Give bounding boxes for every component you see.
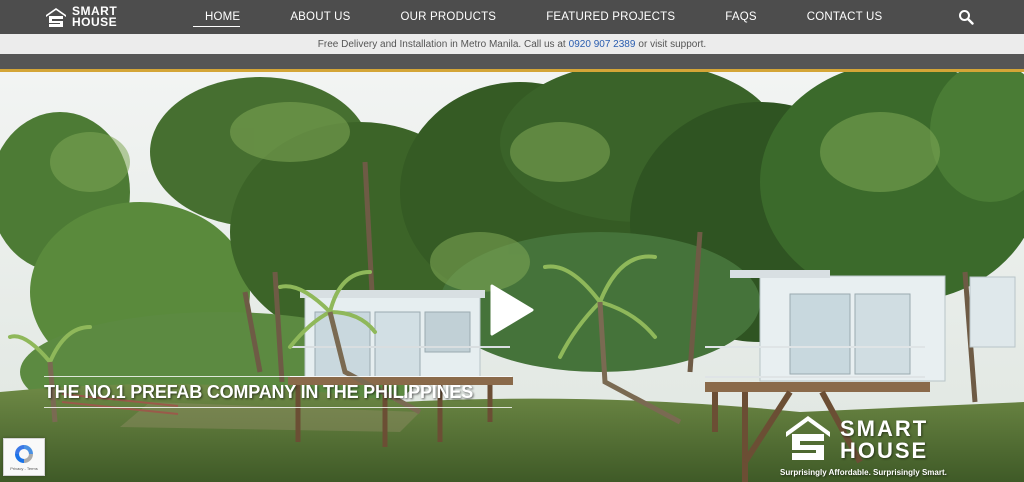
- recaptcha-icon: [15, 445, 33, 463]
- promo-bar: Free Delivery and Installation in Metro …: [0, 34, 1024, 54]
- watermark-line2: HOUSE: [840, 438, 929, 463]
- main-navbar: SMART HOUSE HOME ABOUT US OUR PRODUCTS F…: [0, 0, 1024, 34]
- promo-phone-link[interactable]: 0920 907 2389: [569, 39, 636, 50]
- video-brand-watermark: SMART HOUSE Surprisingly Affordable. Sur…: [780, 412, 970, 480]
- watermark-slogan: Surprisingly Affordable. Surprisingly Sm…: [780, 468, 947, 477]
- search-icon[interactable]: [958, 9, 974, 25]
- logo-text-line2: HOUSE: [72, 15, 118, 29]
- header-divider: [0, 54, 1024, 70]
- watermark-line1: SMART: [840, 416, 929, 441]
- watermark-logo-icon: [786, 416, 830, 460]
- nav-our-products[interactable]: OUR PRODUCTS: [376, 0, 522, 34]
- nav-featured-projects[interactable]: FEATURED PROJECTS: [521, 0, 700, 34]
- site-logo[interactable]: SMART HOUSE: [44, 4, 117, 30]
- recaptcha-badge[interactable]: Privacy - Terms: [3, 438, 45, 476]
- recaptcha-terms[interactable]: Privacy - Terms: [10, 466, 37, 471]
- nav-home[interactable]: HOME: [180, 0, 265, 34]
- main-nav: HOME ABOUT US OUR PRODUCTS FEATURED PROJ…: [180, 0, 907, 34]
- promo-text: Free Delivery and Installation in Metro …: [317, 38, 566, 50]
- nav-about-us[interactable]: ABOUT US: [265, 0, 375, 34]
- nav-contact-us[interactable]: CONTACT US: [782, 0, 908, 34]
- nav-faqs[interactable]: FAQS: [700, 0, 781, 34]
- hero-tagline: THE NO.1 PREFAB COMPANY IN THE PHILIPPIN…: [44, 376, 512, 408]
- promo-text-after: or visit support.: [638, 38, 707, 50]
- play-icon[interactable]: [488, 284, 536, 336]
- logo-icon: [46, 8, 66, 27]
